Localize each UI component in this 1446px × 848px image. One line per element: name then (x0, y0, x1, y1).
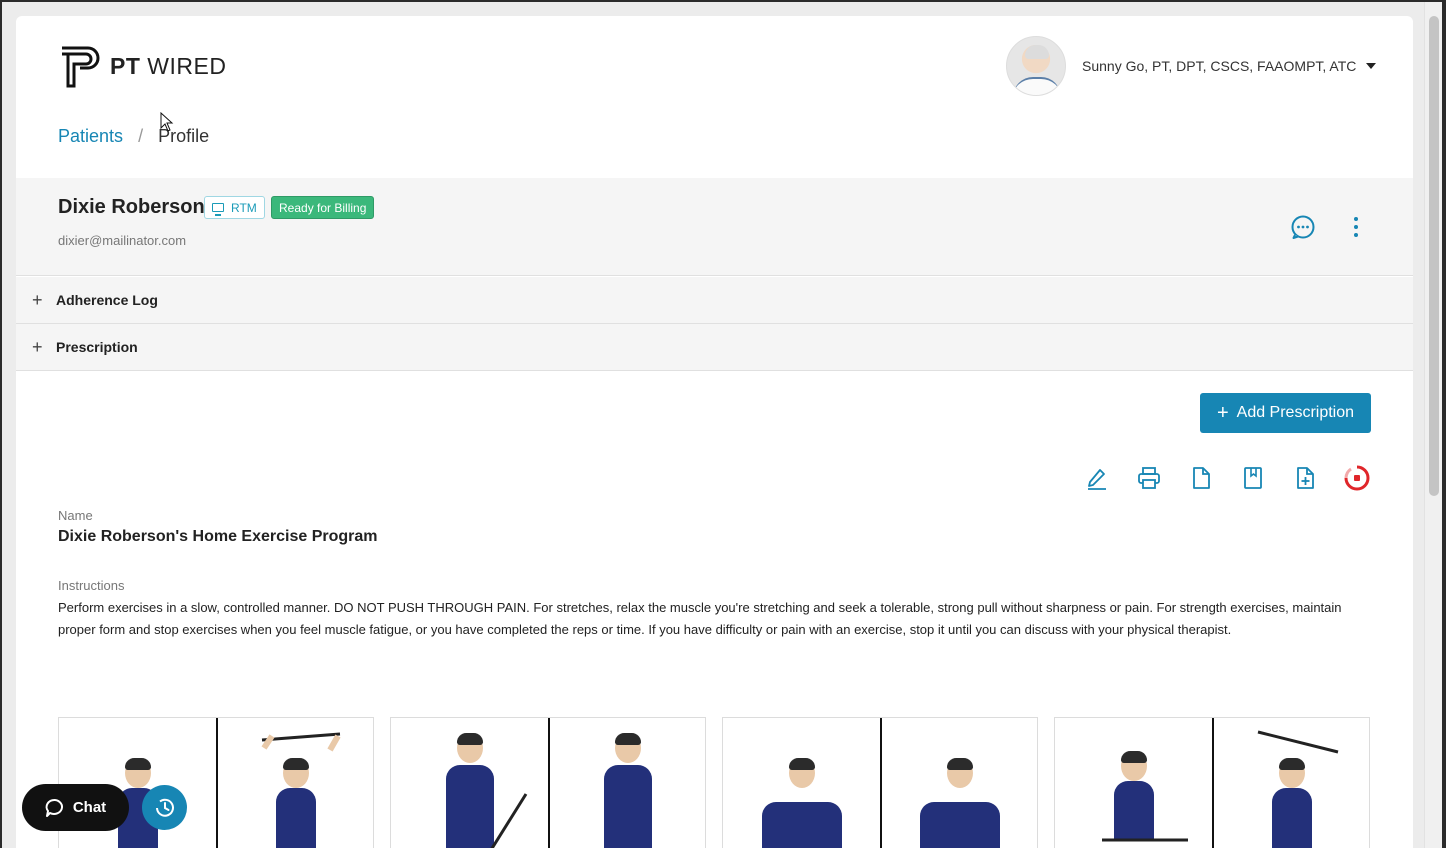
exercise-image-end (880, 718, 1037, 848)
patient-header: Dixie Roberson RTM Ready for Billing dix… (16, 178, 1413, 276)
instructions-text: Perform exercises in a slow, controlled … (58, 600, 1342, 637)
user-menu[interactable]: Sunny Go, PT, DPT, CSCS, FAAOMPT, ATC (1006, 36, 1377, 96)
exercise-image-start (1055, 718, 1212, 848)
stick-icon (261, 732, 341, 752)
user-name: Sunny Go, PT, DPT, CSCS, FAAOMPT, ATC (1082, 58, 1357, 74)
section-adherence-log[interactable]: + Adherence Log (16, 277, 1413, 324)
stick-icon (1257, 730, 1339, 754)
record-icon[interactable] (1342, 463, 1372, 493)
section-prescription[interactable]: + Prescription (16, 324, 1413, 371)
exercise-figure (761, 758, 842, 848)
browser-window: PT WIRED Sunny Go, PT, DPT, CSCS, FAAOMP… (2, 2, 1442, 848)
breadcrumb-patients-link[interactable]: Patients (58, 126, 123, 146)
printer-icon[interactable] (1134, 463, 1164, 493)
monitor-icon (212, 203, 224, 216)
exercise-figure (598, 733, 658, 848)
message-icon[interactable] (1290, 214, 1316, 240)
history-icon (155, 798, 174, 817)
exercise-image-start (391, 718, 548, 848)
vertical-scrollbar[interactable] (1424, 2, 1442, 848)
document-icon[interactable] (1186, 463, 1216, 493)
stick-icon (1102, 838, 1188, 842)
stick-icon (490, 793, 528, 848)
avatar (1006, 36, 1066, 96)
prescription-toolbar (1082, 463, 1372, 493)
brand-name: PT WIRED (110, 52, 227, 79)
exercise-card[interactable] (390, 717, 706, 848)
instructions-label: Instructions (58, 578, 125, 593)
exercise-list (58, 717, 1370, 848)
breadcrumb-separator: / (138, 126, 144, 146)
mouse-cursor-icon (160, 112, 174, 132)
exercise-card[interactable] (1054, 717, 1370, 848)
exercise-image-end (216, 718, 373, 848)
caret-down-icon (1366, 63, 1377, 69)
add-prescription-label: Add Prescription (1236, 404, 1355, 421)
breadcrumb: Patients / Profile (58, 126, 209, 147)
add-prescription-button[interactable]: + Add Prescription (1200, 393, 1371, 433)
plus-icon: + (32, 289, 43, 310)
brand-logo[interactable]: PT WIRED (58, 44, 226, 88)
rtm-badge: RTM (204, 196, 265, 219)
chat-bubble-icon (45, 798, 63, 817)
status-badge: Ready for Billing (271, 196, 375, 219)
exercise-image-end (1212, 718, 1369, 848)
program-name: Dixie Roberson's Home Exercise Program (58, 528, 378, 545)
patient-email: dixier@mailinator.com (58, 233, 187, 248)
chat-button-label: Chat (72, 799, 107, 816)
bookmark-icon[interactable] (1238, 463, 1268, 493)
patient-name: Dixie Roberson (58, 196, 205, 218)
pt-logo-icon (62, 46, 100, 88)
page: PT WIRED Sunny Go, PT, DPT, CSCS, FAAOMP… (16, 16, 1413, 848)
exercise-image-start (723, 718, 880, 848)
pencil-icon[interactable] (1082, 463, 1112, 493)
plus-icon: + (1216, 402, 1229, 424)
file-add-icon[interactable] (1290, 463, 1320, 493)
chat-button[interactable]: Chat (22, 784, 129, 831)
plus-icon: + (32, 336, 43, 357)
section-title: Prescription (56, 339, 138, 355)
rtm-badge-label: RTM (231, 200, 257, 215)
exercise-card[interactable] (722, 717, 1038, 848)
exercise-figure (919, 758, 1000, 848)
more-vertical-icon[interactable] (1346, 214, 1366, 240)
name-label: Name (58, 508, 93, 523)
exercise-figure (256, 758, 336, 848)
scrollbar-thumb[interactable] (1429, 16, 1439, 496)
exercise-figure (1262, 758, 1322, 848)
exercise-image-end (548, 718, 705, 848)
history-button[interactable] (142, 785, 187, 830)
section-title: Adherence Log (56, 292, 158, 308)
